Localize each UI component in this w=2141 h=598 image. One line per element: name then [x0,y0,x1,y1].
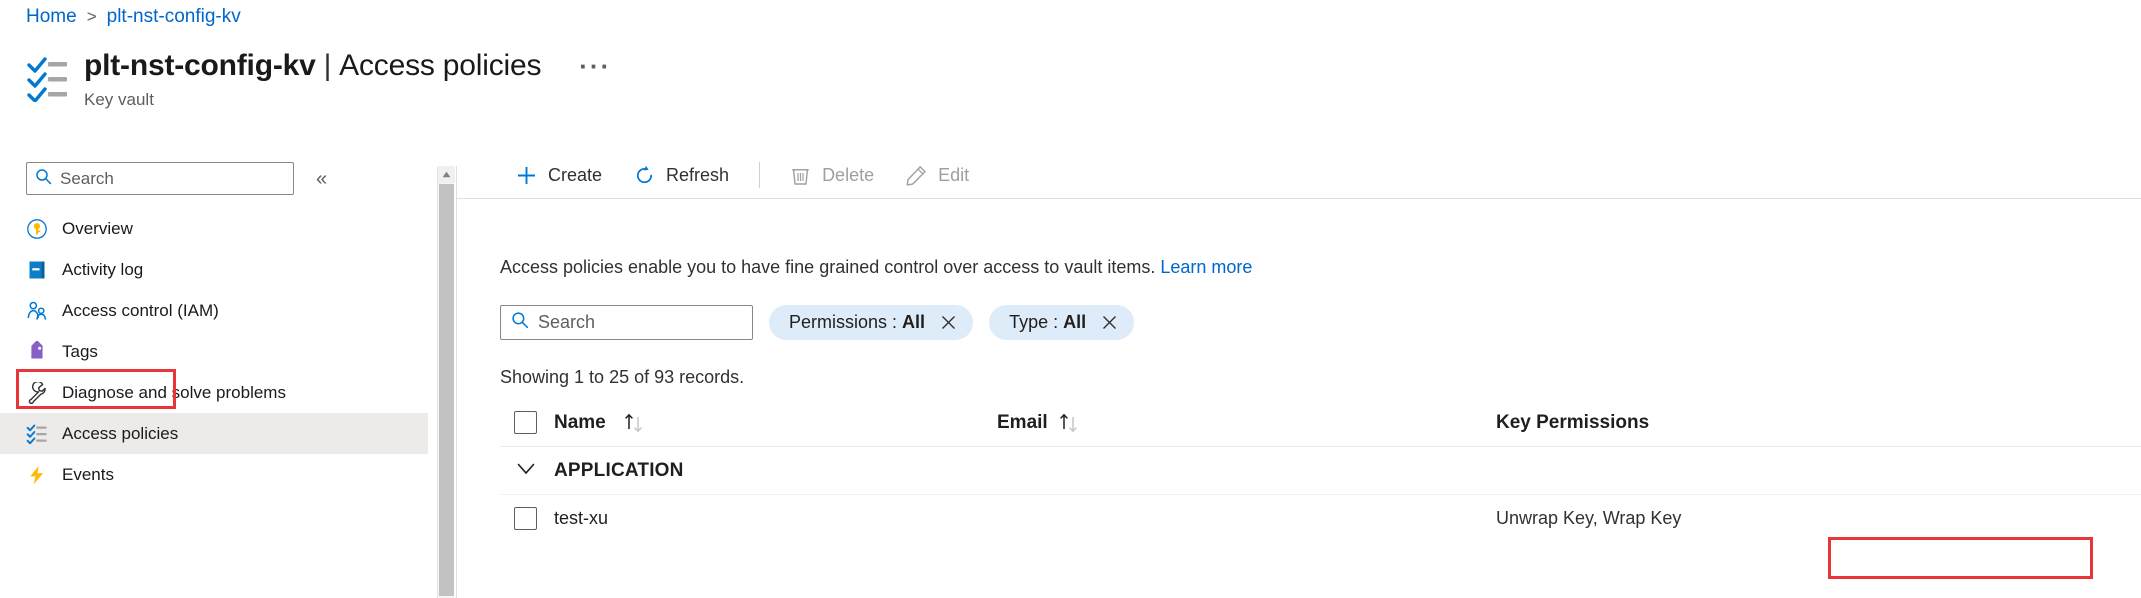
row-name-label: test-xu [554,508,609,528]
access-policies-icon [26,56,68,103]
sidebar-item-label: Activity log [62,260,144,279]
filter-pill-label: Permissions : All [789,312,925,333]
lightning-icon [26,464,48,486]
checklist-icon [26,423,48,445]
filter-pill-label: Type : All [1009,312,1086,333]
more-menu-button[interactable]: ··· [579,53,611,79]
access-policies-table: Name Email Key Permissions APPLICATION t… [500,399,2141,542]
create-button-label: Create [548,165,603,185]
filter-pill-key: Type : [1009,312,1059,332]
sidebar: Search « Overview Activity log Access co… [0,158,435,598]
table-row[interactable]: test-xu Unwrap Key, Wrap Key [500,495,2141,542]
row-checkbox[interactable] [514,507,537,530]
filter-row: Search Permissions : All Type : All [500,305,1135,340]
toolbar-divider [759,162,761,188]
sidebar-item-access-policies[interactable]: Access policies [0,413,428,454]
sort-arrows-icon[interactable] [1058,412,1082,434]
key-icon [26,218,48,240]
page-title-separator: | [323,49,332,82]
description-text: Access policies enable you to have fine … [500,256,1252,278]
sidebar-search-input[interactable]: Search [26,162,294,195]
azure-portal-access-policies-page: Home > plt-nst-config-kv plt-nst-config-… [0,0,2141,598]
filter-pill-type[interactable]: Type : All [989,305,1135,340]
breadcrumb-item-home[interactable]: Home [26,6,77,28]
page-title: plt-nst-config-kv | Access policies ··· [84,48,611,84]
description-label: Access policies enable you to have fine … [500,257,1156,277]
key-permissions-value: Unwrap Key, Wrap Key [1496,508,1682,528]
column-header-email[interactable]: Email [997,412,1487,434]
learn-more-link[interactable]: Learn more [1160,257,1252,277]
sidebar-item-overview[interactable]: Overview [0,208,428,249]
plus-icon [516,165,537,186]
filter-pill-permissions[interactable]: Permissions : All [769,305,974,340]
page-header: plt-nst-config-kv | Access policies ··· … [26,48,611,110]
refresh-button[interactable]: Refresh [618,158,745,192]
page-subtitle: Key vault [84,90,154,109]
delete-button[interactable]: Delete [774,158,890,192]
search-icon [35,168,52,190]
column-header-label: Name [554,411,606,433]
breadcrumb-item-resource[interactable]: plt-nst-config-kv [107,6,241,28]
sidebar-item-access-control-iam[interactable]: Access control (IAM) [0,290,428,331]
records-count-text: Showing 1 to 25 of 93 records. [500,367,745,387]
page-title-section: Access policies [339,49,542,82]
main-content: Access policies enable you to have fine … [457,199,2141,598]
sidebar-item-label: Diagnose and solve problems [62,383,286,402]
page-header-text: plt-nst-config-kv | Access policies ··· … [84,48,611,110]
sidebar-item-label: Overview [62,219,133,238]
cell-key-permissions: Unwrap Key, Wrap Key [1487,508,2141,529]
group-label: APPLICATION [554,459,684,481]
sidebar-scrollbar[interactable] [437,166,455,598]
tag-icon [26,340,48,363]
filter-pill-key: Permissions : [789,312,898,332]
edit-button-label: Edit [938,165,970,185]
search-icon [511,311,529,334]
sidebar-item-diagnose-and-solve-problems[interactable]: Diagnose and solve problems [0,372,428,413]
close-icon[interactable] [940,314,957,331]
filter-pill-value: All [902,312,926,332]
breadcrumb: Home > plt-nst-config-kv [26,6,241,28]
sidebar-item-tags[interactable]: Tags [0,331,428,372]
grid-search-placeholder: Search [538,312,596,332]
sidebar-item-label: Access policies [62,424,179,443]
book-icon [26,259,48,281]
sidebar-search-placeholder: Search [60,168,114,188]
column-header-label: Key Permissions [1496,411,1650,433]
grid-search-input[interactable]: Search [500,305,753,340]
column-header-label: Email [997,411,1048,433]
people-icon [26,300,48,322]
sidebar-item-activity-log[interactable]: Activity log [0,249,428,290]
table-group-row-application[interactable]: APPLICATION [500,447,2141,495]
command-toolbar: Create Refresh Delete Edit [500,152,985,198]
sidebar-nav-list: Overview Activity log Access control (IA… [0,208,428,495]
delete-button-label: Delete [822,165,875,185]
pencil-icon [906,165,927,186]
column-header-name[interactable]: Name [500,411,997,434]
chevron-down-icon[interactable] [514,456,538,485]
select-all-checkbox[interactable] [514,411,537,434]
breadcrumb-separator: > [86,7,97,26]
trash-icon [790,165,811,186]
sidebar-search-row: Search « [26,162,431,195]
page-title-resource: plt-nst-config-kv [84,49,316,82]
column-header-key-permissions[interactable]: Key Permissions [1487,412,2141,434]
edit-button[interactable]: Edit [890,158,985,192]
collapse-sidebar-button[interactable]: « [316,169,327,189]
close-icon[interactable] [1101,314,1118,331]
sort-arrows-icon[interactable] [623,412,647,434]
create-button[interactable]: Create [500,158,618,192]
sidebar-item-label: Access control (IAM) [62,301,219,320]
refresh-icon [634,165,655,186]
scroll-up-arrow-icon[interactable] [438,166,455,183]
wrench-icon [26,381,48,404]
refresh-button-label: Refresh [666,165,730,185]
filter-pill-value: All [1063,312,1087,332]
sidebar-item-label: Events [62,465,114,484]
cell-name: test-xu [500,507,997,530]
sidebar-item-label: Tags [62,342,98,361]
sidebar-item-events[interactable]: Events [0,454,428,495]
scrollbar-thumb[interactable] [439,184,454,596]
table-header-row: Name Email Key Permissions [500,399,2141,447]
